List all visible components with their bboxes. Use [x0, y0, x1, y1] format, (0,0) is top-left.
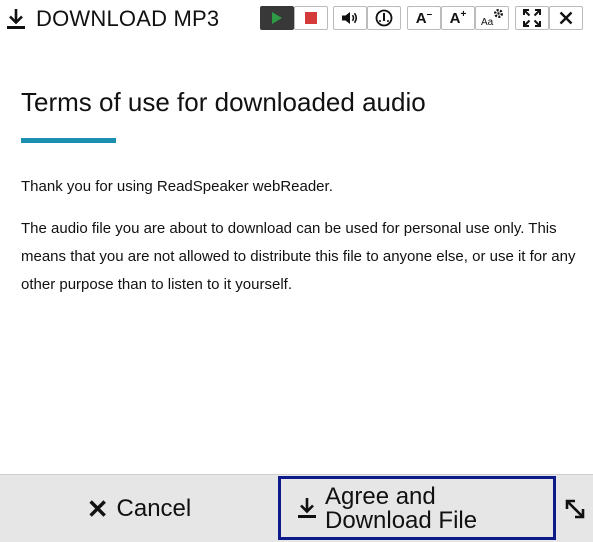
increase-font-button[interactable]: A+ — [441, 6, 475, 30]
terms-heading: Terms of use for downloaded audio — [21, 87, 426, 117]
cancel-button[interactable]: ✕ Cancel — [0, 475, 278, 542]
font-increase-icon: A+ — [449, 9, 467, 27]
cancel-label: Cancel — [116, 494, 192, 522]
expand-icon — [523, 9, 541, 27]
close-button[interactable] — [549, 6, 583, 30]
agree-download-button[interactable]: Agree and Download File — [278, 476, 556, 540]
terms-text: The audio file you are about to download… — [21, 220, 576, 293]
agree-download-label: Agree and Download File — [325, 483, 478, 534]
font-decrease-icon: A– — [415, 9, 433, 27]
play-icon — [271, 11, 283, 25]
stop-icon — [305, 12, 317, 24]
dialog-footer: ✕ Cancel Agree and Download File — [0, 474, 593, 542]
download-icon — [6, 8, 26, 30]
speed-button[interactable] — [367, 6, 401, 30]
close-icon — [559, 11, 573, 25]
decrease-font-button[interactable]: A– — [407, 6, 441, 30]
volume-button[interactable] — [333, 6, 367, 30]
fullscreen-button[interactable] — [515, 6, 549, 30]
thank-you-text: Thank you for using ReadSpeaker webReade… — [21, 178, 333, 195]
heading-accent-bar — [21, 138, 116, 143]
resize-button[interactable] — [563, 497, 587, 521]
player-toolbar: DOWNLOAD MP3 A– A+ Aa — [0, 0, 593, 40]
resize-diagonal-icon — [563, 497, 587, 521]
stop-button[interactable] — [294, 6, 328, 30]
dialog-title: DOWNLOAD MP3 — [36, 6, 220, 31]
close-x-icon: ✕ — [86, 493, 109, 524]
download-title: DOWNLOAD MP3 — [6, 6, 219, 32]
text-settings-icon: Aa — [480, 8, 504, 28]
text-settings-button[interactable]: Aa — [475, 6, 509, 30]
speed-gauge-icon — [375, 9, 393, 27]
speaker-icon — [341, 11, 359, 25]
play-button[interactable] — [260, 6, 294, 30]
